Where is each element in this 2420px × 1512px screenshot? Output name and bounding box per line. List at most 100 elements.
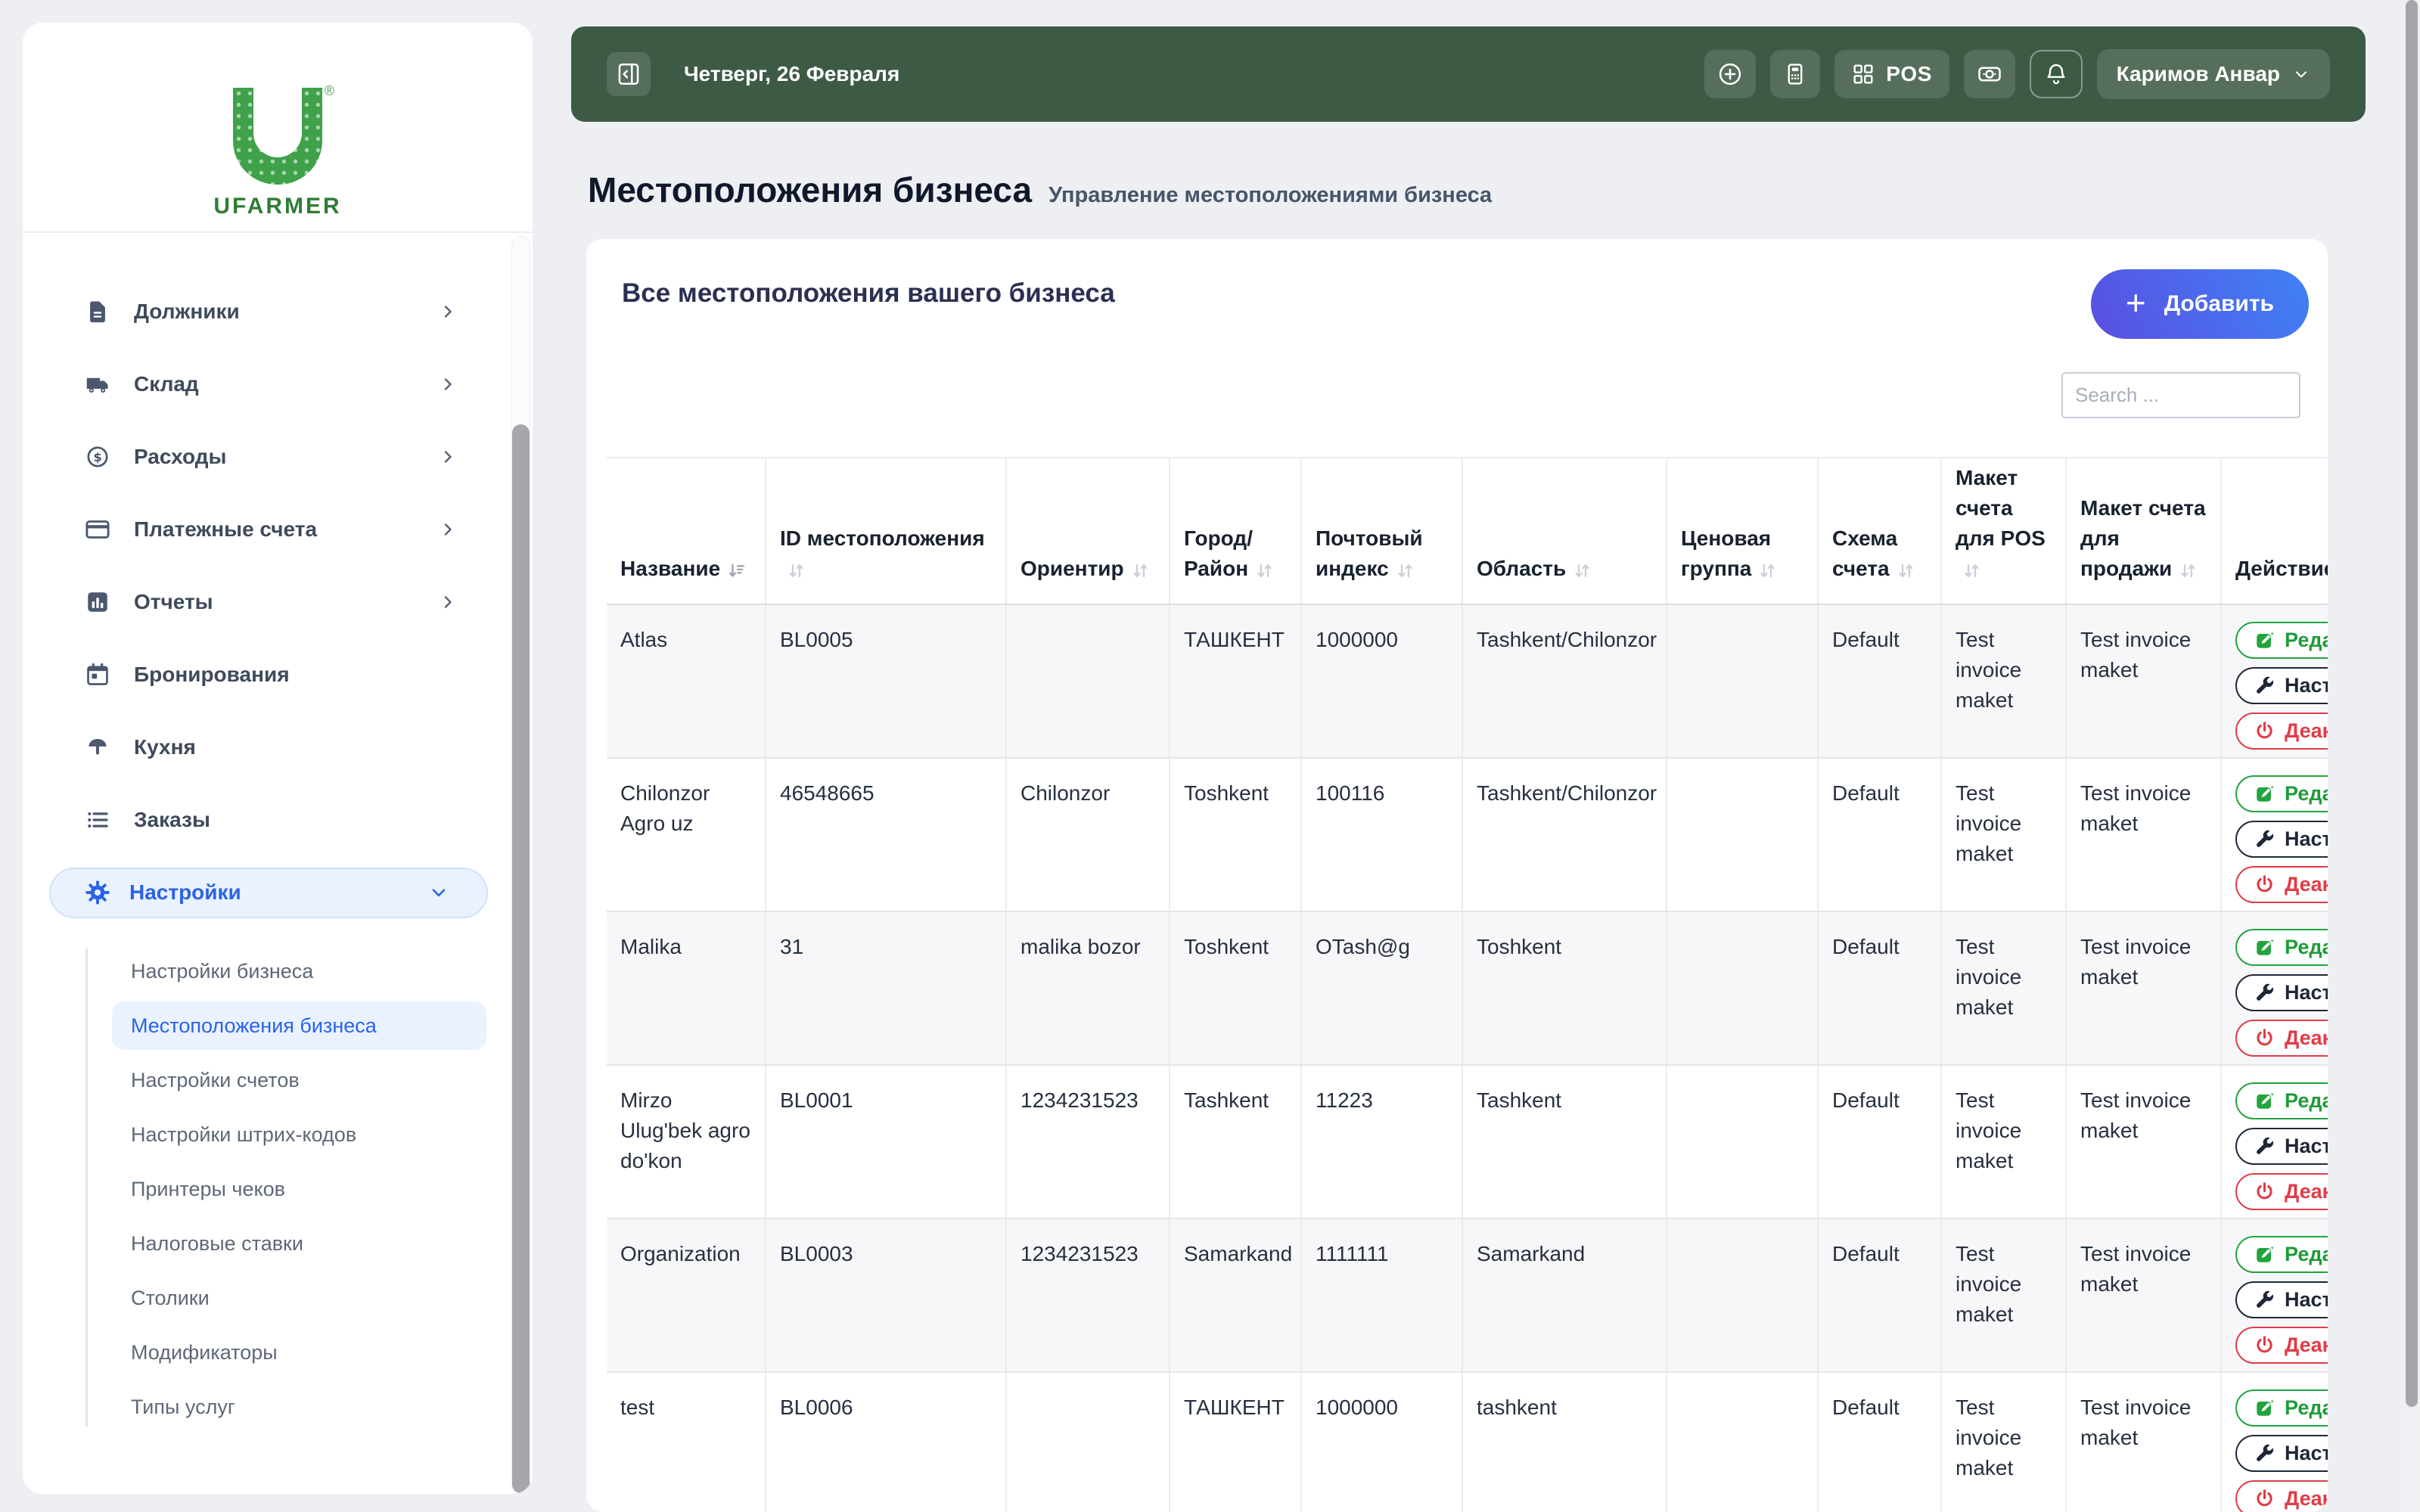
locations-panel: Все местоположения вашего бизнеса + Доба…: [586, 239, 2328, 1512]
add-quick-button[interactable]: [1704, 50, 1756, 98]
column-header-label: ID местоположения: [780, 526, 985, 550]
column-header[interactable]: Макет счета для POS: [1941, 457, 2067, 605]
deactivate-button[interactable]: Деактивировать: [2235, 866, 2328, 903]
cell-price-group: [1667, 758, 1819, 912]
cell-pos-layout: Test invoice maket: [1941, 1219, 2067, 1373]
sidebar-submenu-item[interactable]: Налоговые ставки: [23, 1216, 533, 1271]
sidebar-item-warehouse[interactable]: Склад: [23, 348, 533, 421]
configure-button[interactable]: Настроить: [2235, 1128, 2328, 1165]
wrench-icon: [2257, 830, 2274, 847]
sidebar-item-orders[interactable]: Заказы: [23, 784, 533, 856]
column-header[interactable]: Макет счета для продажи: [2066, 457, 2222, 605]
column-header-label: Город/Район: [1184, 526, 1253, 580]
sidebar-item-payment-accounts[interactable]: Платежные счета: [23, 493, 533, 566]
sort-icon[interactable]: [1130, 559, 1151, 589]
edit-button[interactable]: Редактировать: [2235, 622, 2328, 659]
sidebar-submenu-item[interactable]: Настройки бизнеса: [23, 944, 533, 998]
sidebar-item-settings[interactable]: Настройки: [49, 867, 488, 918]
sidebar-item-kitchen[interactable]: Кухня: [23, 711, 533, 784]
column-header[interactable]: Действие: [2221, 457, 2328, 605]
configure-button[interactable]: Настроить: [2235, 974, 2328, 1011]
sidebar: ® UFARMER Должники Склад $ Расходы Плате…: [23, 23, 533, 1494]
sidebar-item-bookings[interactable]: Бронирования: [23, 638, 533, 711]
column-header-label: Название: [620, 557, 721, 580]
sidebar-submenu-item[interactable]: Модификаторы: [23, 1325, 533, 1380]
pos-button[interactable]: POS: [1834, 50, 1949, 98]
cash-register-button[interactable]: [1963, 50, 2015, 98]
add-location-button[interactable]: + Добавить: [2090, 269, 2309, 339]
edit-button[interactable]: Редактировать: [2235, 1389, 2328, 1427]
sidebar-item-label: Платежные счета: [134, 517, 318, 541]
table-row: Mirzo Ulug'bek agro do'kon BL0001 123423…: [607, 1065, 2328, 1219]
edit-button[interactable]: Редактировать: [2235, 1236, 2328, 1273]
gear-icon: [84, 879, 111, 906]
user-menu-button[interactable]: Каримов Анвар: [2096, 49, 2330, 99]
cell-landmark: 1234231523: [1006, 1065, 1170, 1219]
cell-location-id: 31: [766, 911, 1007, 1066]
cell-postal-code: 1111111: [1301, 1219, 1463, 1373]
configure-button[interactable]: Настроить: [2235, 667, 2328, 704]
sort-icon[interactable]: [786, 559, 806, 589]
sidebar-submenu-item[interactable]: Настройки штрих-кодов: [23, 1107, 533, 1162]
column-header[interactable]: Ориентир: [1006, 457, 1170, 605]
deactivate-button[interactable]: Деактивировать: [2235, 1480, 2328, 1512]
edit-button[interactable]: Редактировать: [2235, 929, 2328, 966]
sort-icon[interactable]: [1395, 559, 1415, 589]
column-header[interactable]: Область: [1462, 457, 1667, 605]
column-header[interactable]: Ценовая группа: [1667, 457, 1819, 605]
configure-button[interactable]: Настроить: [2235, 1435, 2328, 1472]
deactivate-label: Деактивировать: [2285, 1180, 2328, 1203]
cell-postal-code: 1000000: [1301, 604, 1463, 759]
wrench-icon: [2257, 1137, 2274, 1154]
sort-icon[interactable]: [1896, 559, 1916, 589]
sidebar-scrollbar[interactable]: [511, 236, 530, 1494]
registered-mark: ®: [324, 83, 334, 98]
page-scrollbar-thumb[interactable]: [2406, 0, 2418, 1407]
configure-button[interactable]: Настроить: [2235, 821, 2328, 858]
chevron-down-icon: [429, 883, 449, 902]
column-header[interactable]: Схема счета: [1818, 457, 1942, 605]
deactivate-button[interactable]: Деактивировать: [2235, 713, 2328, 750]
edit-button[interactable]: Редактировать: [2235, 1082, 2328, 1119]
edit-button[interactable]: Редактировать: [2235, 775, 2328, 812]
sort-icon[interactable]: [726, 559, 747, 589]
sort-icon[interactable]: [1757, 559, 1778, 589]
chevron-right-icon: [439, 593, 457, 611]
sidebar-submenu-item[interactable]: Местоположения бизнеса: [23, 998, 533, 1053]
deactivate-button[interactable]: Деактивировать: [2235, 1020, 2328, 1057]
configure-button[interactable]: Настроить: [2235, 1281, 2328, 1318]
sidebar-toggle-button[interactable]: [607, 52, 651, 96]
sidebar-submenu-item[interactable]: Настройки счетов: [23, 1053, 533, 1107]
cell-name: Mirzo Ulug'bek agro do'kon: [607, 1065, 766, 1219]
notifications-button[interactable]: [2029, 50, 2083, 98]
sidebar-submenu-item[interactable]: Столики: [23, 1271, 533, 1325]
table-row: Organization BL0003 1234231523 Samarkand…: [607, 1219, 2328, 1373]
column-header[interactable]: ID местоположения: [766, 457, 1007, 605]
sidebar-scrollbar-thumb[interactable]: [512, 424, 530, 1493]
sidebar-submenu-item[interactable]: Принтеры чеков: [23, 1162, 533, 1216]
cell-pos-layout: Test invoice maket: [1941, 604, 2067, 759]
sort-icon[interactable]: [1572, 559, 1592, 589]
column-header[interactable]: Почтовый индекс: [1301, 457, 1463, 605]
search-input[interactable]: [2061, 372, 2300, 418]
cell-invoice-scheme: Default: [1818, 911, 1942, 1066]
sidebar-submenu-item[interactable]: Типы услуг: [23, 1380, 533, 1434]
sidebar-item-debtors[interactable]: Должники: [23, 275, 533, 348]
sidebar-item-expenses[interactable]: $ Расходы: [23, 421, 533, 493]
sort-icon[interactable]: [1962, 559, 1982, 589]
sidebar-item-reports[interactable]: Отчеты: [23, 566, 533, 638]
deactivate-button[interactable]: Деактивировать: [2235, 1327, 2328, 1364]
column-header[interactable]: Город/Район: [1170, 457, 1302, 605]
cell-pos-layout: Test invoice maket: [1941, 758, 2067, 912]
cell-invoice-scheme: Default: [1818, 604, 1942, 759]
sort-icon[interactable]: [2178, 559, 2198, 589]
deactivate-button[interactable]: Деактивировать: [2235, 1173, 2328, 1210]
calculator-button[interactable]: [1769, 50, 1820, 98]
column-header[interactable]: Название: [607, 457, 766, 605]
table-row: test BL0006 ТАШКЕНТ 1000000 tashkent Def…: [607, 1372, 2328, 1512]
table-row: Atlas BL0005 ТАШКЕНТ 1000000 Tashkent/Ch…: [607, 604, 2328, 759]
cell-region: Toshkent: [1462, 911, 1667, 1066]
page-scrollbar[interactable]: [2403, 0, 2420, 1512]
wrench-icon: [2257, 676, 2274, 694]
sort-icon[interactable]: [1254, 559, 1275, 589]
